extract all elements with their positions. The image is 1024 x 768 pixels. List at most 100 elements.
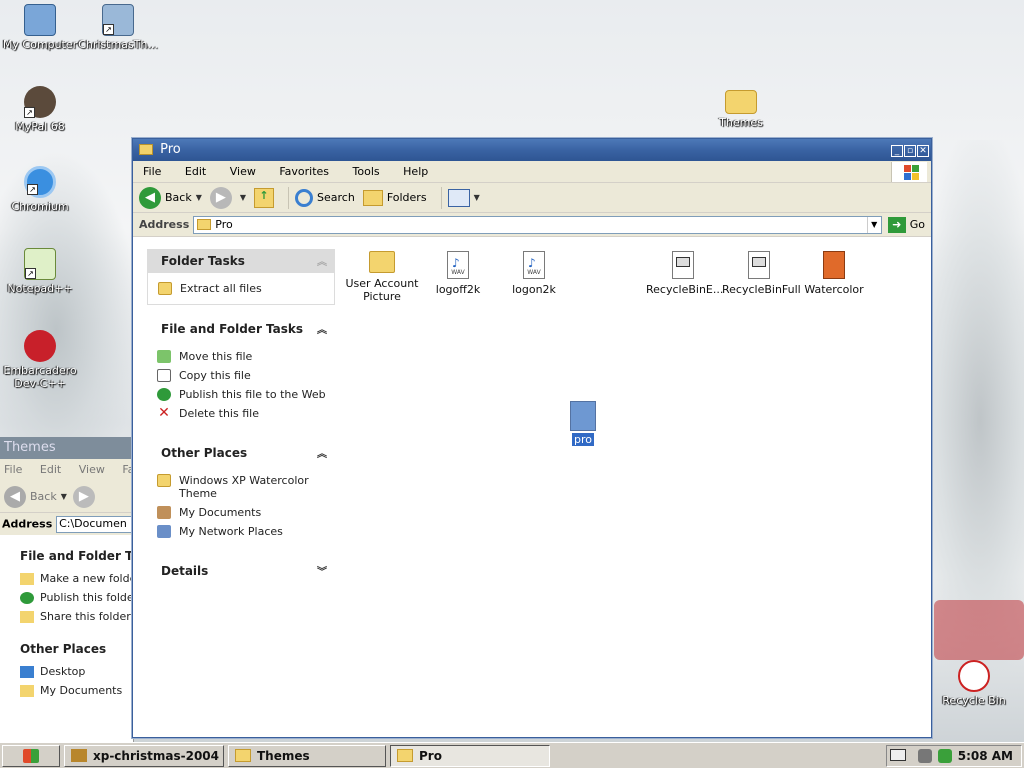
desktop-icon-notepadpp[interactable]: ↗ Notepad++ bbox=[0, 248, 80, 295]
back-arrow-icon[interactable]: ◀ bbox=[4, 485, 26, 508]
window-titlebar[interactable]: Pro _ ▫ ✕ bbox=[133, 139, 931, 161]
views-button[interactable]: ▼ bbox=[447, 188, 480, 207]
expand-chevron-icon[interactable]: ︾ bbox=[317, 563, 327, 578]
wav-file-icon: ♪ WAV bbox=[447, 251, 469, 279]
back-label[interactable]: Back bbox=[30, 490, 57, 503]
menu-edit[interactable]: Edit bbox=[185, 165, 206, 178]
taskbar-item-active[interactable]: Pro bbox=[390, 744, 550, 767]
chevron-down-icon[interactable]: ▼ bbox=[866, 216, 881, 233]
menu-tools[interactable]: Tools bbox=[353, 165, 380, 178]
pro-window[interactable]: Pro _ ▫ ✕ File Edit View Favorites Tools H… bbox=[132, 138, 932, 738]
desktop-icon-recycle-bin[interactable]: Recycle Bin bbox=[934, 660, 1014, 707]
desktop-icon-themes[interactable]: Themes bbox=[701, 86, 781, 129]
desktop-icon-my-computer[interactable]: My Computer bbox=[0, 4, 80, 51]
collapse-chevron-icon[interactable]: ︽ bbox=[317, 321, 327, 336]
taskbar-item[interactable]: Themes bbox=[228, 744, 386, 767]
raccoon-icon: ↗ bbox=[24, 86, 56, 118]
file-item[interactable]: RecycleBinFull bbox=[722, 251, 801, 296]
file-item[interactable]: ♪ WAV logoff2k bbox=[421, 251, 495, 296]
desktop-icon-mypal[interactable]: ↗ MyPal 68 bbox=[0, 86, 80, 133]
file-item[interactable]: RecycleBinE... bbox=[646, 251, 723, 296]
menu-favorites[interactable]: Favorites bbox=[279, 165, 329, 178]
up-folder-button[interactable]: ↑ bbox=[254, 187, 275, 208]
collapse-chevron-icon[interactable]: ︽ bbox=[317, 253, 327, 268]
task-publish-folder[interactable]: Publish this folder to the Web bbox=[6, 588, 133, 607]
place-my-documents[interactable]: My Documents bbox=[6, 681, 127, 700]
globe-icon bbox=[157, 388, 171, 401]
system-tray: 5:08 AM bbox=[886, 745, 1022, 767]
new-folder-icon bbox=[20, 573, 34, 585]
place-network[interactable]: My Network Places bbox=[157, 522, 335, 541]
back-arrow-icon: ◀ bbox=[139, 186, 161, 209]
forward-button[interactable]: ▶ ▼ bbox=[209, 186, 246, 209]
file-folder-tasks-panel: File and Folder Tasks ︽ Move this file C… bbox=[147, 317, 335, 429]
menu-view[interactable]: View bbox=[230, 165, 256, 178]
desktop-icon-christmas-theme[interactable]: ↗ ChristmasTh... bbox=[78, 4, 158, 51]
desktop-icon-devcpp[interactable]: Embarcadero Dev-C++ bbox=[0, 330, 80, 390]
address-input[interactable]: C:\Documen bbox=[56, 516, 133, 533]
move-file-icon bbox=[157, 350, 171, 363]
display-properties-icon: ↗ bbox=[102, 4, 134, 36]
back-button[interactable]: ◀ Back ▼ bbox=[139, 186, 202, 209]
wallpaper-gift bbox=[934, 600, 1024, 660]
folders-button[interactable]: Folders bbox=[362, 189, 427, 206]
file-name: User Account Picture bbox=[345, 277, 419, 303]
menu-file[interactable]: File bbox=[4, 463, 22, 476]
themes-window-title[interactable]: Themes bbox=[0, 437, 133, 459]
clock[interactable]: 5:08 AM bbox=[958, 749, 1013, 763]
task-share-folder[interactable]: Share this folder bbox=[6, 607, 131, 626]
desktop-icon-chromium[interactable]: ↗ Chromium bbox=[0, 166, 80, 213]
forward-arrow-icon[interactable]: ▶ bbox=[72, 485, 95, 508]
task-label: Pro bbox=[419, 748, 442, 763]
desktop-icon bbox=[20, 666, 34, 678]
task-extract-all[interactable]: Extract all files bbox=[158, 279, 334, 298]
folder-tasks-header[interactable]: Folder Tasks ︽ bbox=[147, 249, 335, 273]
themes-task-pane: File and Folder Tasks Make a new folder … bbox=[0, 535, 133, 700]
chevron-down-icon[interactable]: ▼ bbox=[196, 193, 202, 202]
network-icon[interactable] bbox=[937, 749, 952, 763]
window-title: Pro bbox=[160, 142, 181, 157]
menu-view[interactable]: View bbox=[79, 463, 105, 476]
task-publish-file[interactable]: Publish this file to the Web bbox=[157, 385, 335, 404]
task-delete-file[interactable]: ✕ Delete this file bbox=[157, 404, 335, 423]
other-places-heading[interactable]: Other Places bbox=[6, 636, 127, 662]
chevron-down-icon[interactable]: ▼ bbox=[61, 492, 67, 501]
minimize-icon[interactable]: _ bbox=[891, 145, 903, 157]
task-make-folder[interactable]: Make a new folder bbox=[6, 569, 133, 588]
folder-tasks-panel: Folder Tasks ︽ Extract all files bbox=[147, 249, 335, 305]
forward-arrow-icon: ▶ bbox=[209, 186, 232, 209]
place-my-documents[interactable]: My Documents bbox=[157, 503, 335, 522]
dragged-file[interactable]: pro bbox=[555, 401, 611, 446]
go-button[interactable]: ➜ Go bbox=[887, 216, 925, 233]
address-bar: Address Pro ▼ ➜ Go bbox=[133, 213, 931, 237]
themes-window[interactable]: Themes File Edit View Favo ◀ Back ▼ ▶ Ad… bbox=[0, 437, 134, 742]
volume-icon[interactable] bbox=[917, 749, 932, 763]
place-desktop[interactable]: Desktop bbox=[6, 662, 127, 681]
panel-title: Other Places bbox=[161, 446, 248, 460]
search-label: Search bbox=[317, 191, 355, 204]
toolbar-separator bbox=[440, 186, 442, 209]
close-icon[interactable]: ✕ bbox=[917, 145, 929, 157]
task-move-file[interactable]: Move this file bbox=[157, 347, 335, 366]
address-input[interactable]: Pro ▼ bbox=[193, 215, 882, 234]
file-item[interactable]: User Account Picture bbox=[345, 251, 419, 303]
place-watercolor-theme[interactable]: Windows XP Watercolor Theme bbox=[157, 471, 335, 503]
desktop-icon-label: ChristmasTh... bbox=[78, 38, 158, 51]
task-copy-file[interactable]: Copy this file bbox=[157, 366, 335, 385]
file-folder-tasks-header[interactable]: File and Folder Tasks ︽ bbox=[147, 317, 335, 341]
collapse-chevron-icon[interactable]: ︽ bbox=[317, 445, 327, 460]
maximize-icon[interactable]: ▫ bbox=[904, 145, 916, 157]
chevron-down-icon[interactable]: ▼ bbox=[240, 193, 246, 202]
taskbar-item[interactable]: xp-christmas-2004 di... bbox=[64, 744, 224, 767]
start-button[interactable] bbox=[2, 744, 60, 767]
file-item[interactable]: ♪ WAV logon2k bbox=[497, 251, 571, 296]
details-header[interactable]: Details ︾ bbox=[147, 559, 335, 583]
search-button[interactable]: Search bbox=[295, 188, 355, 207]
other-places-header[interactable]: Other Places ︽ bbox=[147, 441, 335, 465]
menu-help[interactable]: Help bbox=[403, 165, 428, 178]
file-folder-tasks-heading[interactable]: File and Folder Tasks bbox=[6, 543, 133, 569]
menu-file[interactable]: File bbox=[143, 165, 161, 178]
file-item[interactable]: Watercolor bbox=[797, 251, 871, 296]
menu-edit[interactable]: Edit bbox=[40, 463, 61, 476]
windows-logo-icon bbox=[891, 162, 927, 182]
